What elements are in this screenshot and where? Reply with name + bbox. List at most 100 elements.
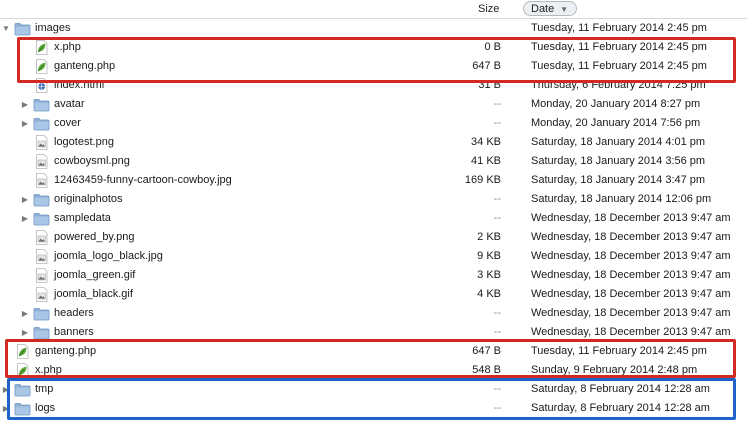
disclosure-open-icon[interactable]: ▼ — [1, 19, 11, 38]
image-file-icon — [33, 267, 50, 284]
file-date: Sunday, 9 February 2014 2:48 pm — [531, 364, 698, 376]
file-row[interactable]: joomla_logo_black.jpg 9 KB Wednesday, 18 D… — [0, 247, 747, 266]
file-date: Saturday, 8 February 2014 12:28 am — [531, 402, 710, 414]
image-file-icon — [33, 134, 50, 151]
file-name: ganteng.php — [54, 60, 116, 72]
folder-row[interactable]: ▶ originalphotos -- Saturday, 18 January 20… — [0, 190, 747, 209]
file-size: 647 B — [472, 345, 501, 357]
folder-row[interactable]: ▶ banners -- Wednesday, 18 December 2013 9:… — [0, 323, 747, 342]
file-list: ▼ images Tuesday, 11 February 2014 2:45 pm… — [0, 19, 747, 418]
file-date: Wednesday, 18 December 2013 9:47 am — [531, 212, 731, 224]
file-name: cowboysml.png — [54, 155, 130, 167]
file-name: joomla_black.gif — [54, 288, 133, 300]
file-date: Tuesday, 11 February 2014 2:45 pm — [531, 22, 707, 34]
file-size: 0 B — [484, 41, 501, 53]
file-row[interactable]: joomla_black.gif 4 KB Wednesday, 18 Decemb… — [0, 285, 747, 304]
file-size: 169 KB — [464, 174, 501, 186]
file-size: -- — [493, 402, 501, 414]
file-name: banners — [54, 326, 94, 338]
folder-row[interactable]: ▶ logs -- Saturday, 8 February 2014 12:28 a… — [0, 399, 747, 418]
folder-icon — [33, 96, 50, 113]
file-date: Thursday, 6 February 2014 7:25 pm — [531, 79, 706, 91]
file-name: cover — [54, 117, 81, 129]
file-name: images — [35, 22, 71, 34]
file-date: Wednesday, 18 December 2013 9:47 am — [531, 307, 731, 319]
folder-icon — [14, 381, 31, 398]
file-date: Wednesday, 18 December 2013 9:47 am — [531, 326, 731, 338]
file-row[interactable]: ganteng.php 647 B Tuesday, 11 February 201… — [0, 57, 747, 76]
file-name: x.php — [35, 364, 62, 376]
folder-row[interactable]: ▶ sampledata -- Wednesday, 18 December 2013… — [0, 209, 747, 228]
file-row[interactable]: x.php 548 B Sunday, 9 February 2014 2:48 p… — [0, 361, 747, 380]
file-date: Tuesday, 11 February 2014 2:45 pm — [531, 41, 707, 53]
file-row[interactable]: cowboysml.png 41 KB Saturday, 18 January 2… — [0, 152, 747, 171]
file-size: 2 KB — [477, 231, 501, 243]
file-size: -- — [493, 98, 501, 110]
file-size: -- — [493, 383, 501, 395]
file-name: logotest.png — [54, 136, 114, 148]
folder-row[interactable]: ▼ images Tuesday, 11 February 2014 2:45 pm — [0, 19, 747, 38]
file-size: 34 KB — [471, 136, 501, 148]
file-date: Monday, 20 January 2014 8:27 pm — [531, 98, 701, 110]
file-row[interactable]: joomla_green.gif 3 KB Wednesday, 18 Decemb… — [0, 266, 747, 285]
file-name: logs — [35, 402, 56, 414]
file-date: Saturday, 18 January 2014 12:06 pm — [531, 193, 712, 205]
file-date: Wednesday, 18 December 2013 9:47 am — [531, 231, 731, 243]
file-name: ganteng.php — [35, 345, 97, 357]
folder-row[interactable]: ▶ tmp -- Saturday, 8 February 2014 12:28 am — [0, 380, 747, 399]
folder-row[interactable]: ▶ avatar -- Monday, 20 January 2014 8:27 pm — [0, 95, 747, 114]
file-name: 12463459-funny-cartoon-cowboy.jpg — [54, 174, 232, 186]
file-name: powered_by.png — [54, 231, 135, 243]
file-date: Saturday, 8 February 2014 12:28 am — [531, 383, 710, 395]
file-name: joomla_logo_black.jpg — [54, 250, 163, 262]
php-leaf-icon — [14, 343, 31, 360]
file-name: index.html — [54, 79, 105, 91]
file-size: 31 B — [478, 79, 501, 91]
file-row[interactable]: powered_by.png 2 KB Wednesday, 18 December… — [0, 228, 747, 247]
file-size: -- — [493, 193, 501, 205]
folder-row[interactable]: ▶ cover -- Monday, 20 January 2014 7:56 pm — [0, 114, 747, 133]
folder-icon — [33, 305, 50, 322]
file-name: joomla_green.gif — [54, 269, 136, 281]
file-row[interactable]: ganteng.php 647 B Tuesday, 11 February 201… — [0, 342, 747, 361]
folder-row[interactable]: ▶ headers -- Wednesday, 18 December 2013 9:… — [0, 304, 747, 323]
file-date: Wednesday, 18 December 2013 9:47 am — [531, 288, 731, 300]
file-name: sampledata — [54, 212, 111, 224]
html-file-icon — [33, 77, 50, 94]
disclosure-closed-icon[interactable]: ▶ — [20, 209, 30, 228]
file-row[interactable]: logotest.png 34 KB Saturday, 18 January 20… — [0, 133, 747, 152]
sort-descending-icon: ▼ — [560, 5, 568, 14]
image-file-icon — [33, 286, 50, 303]
file-date: Saturday, 18 January 2014 4:01 pm — [531, 136, 706, 148]
disclosure-closed-icon[interactable]: ▶ — [1, 399, 11, 418]
column-header: Size Date ▼ — [0, 0, 747, 19]
date-column-header[interactable]: Date ▼ — [523, 1, 577, 16]
disclosure-closed-icon[interactable]: ▶ — [20, 304, 30, 323]
file-row[interactable]: index.html 31 B Thursday, 6 February 2014 … — [0, 76, 747, 95]
file-name: originalphotos — [54, 193, 123, 205]
file-name: headers — [54, 307, 94, 319]
folder-icon — [14, 400, 31, 417]
php-leaf-icon — [33, 58, 50, 75]
file-size: 4 KB — [477, 288, 501, 300]
image-file-icon — [33, 248, 50, 265]
image-file-icon — [33, 229, 50, 246]
disclosure-closed-icon[interactable]: ▶ — [1, 380, 11, 399]
file-date: Wednesday, 18 December 2013 9:47 am — [531, 250, 731, 262]
file-date: Monday, 20 January 2014 7:56 pm — [531, 117, 701, 129]
file-date: Tuesday, 11 February 2014 2:45 pm — [531, 345, 707, 357]
file-size: -- — [493, 326, 501, 338]
folder-icon — [14, 20, 31, 37]
image-file-icon — [33, 153, 50, 170]
disclosure-closed-icon[interactable]: ▶ — [20, 323, 30, 342]
disclosure-closed-icon[interactable]: ▶ — [20, 114, 30, 133]
folder-icon — [33, 324, 50, 341]
disclosure-closed-icon[interactable]: ▶ — [20, 95, 30, 114]
file-date: Tuesday, 11 February 2014 2:45 pm — [531, 60, 707, 72]
file-name: avatar — [54, 98, 85, 110]
image-file-icon — [33, 172, 50, 189]
disclosure-closed-icon[interactable]: ▶ — [20, 190, 30, 209]
file-row[interactable]: x.php 0 B Tuesday, 11 February 2014 2:45 p… — [0, 38, 747, 57]
file-row[interactable]: 12463459-funny-cartoon-cowboy.jpg 169 KB S… — [0, 171, 747, 190]
size-column-header[interactable]: Size — [478, 2, 499, 16]
